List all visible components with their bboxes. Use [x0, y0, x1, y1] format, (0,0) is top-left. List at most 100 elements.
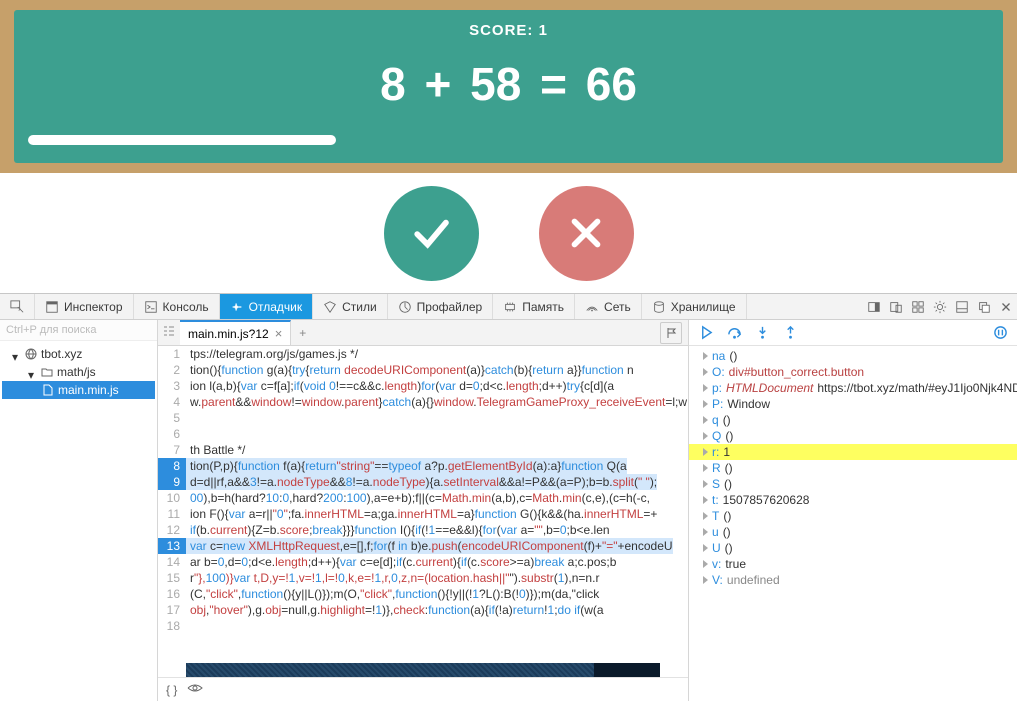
- line-gutter[interactable]: 13: [158, 538, 186, 554]
- prettify-button[interactable]: { }: [166, 683, 177, 697]
- scope-variable[interactable]: S (): [689, 476, 1017, 492]
- step-out-button[interactable]: [781, 324, 799, 342]
- step-over-button[interactable]: [725, 324, 743, 342]
- scope-variable[interactable]: v: true: [689, 556, 1017, 572]
- tab-memory[interactable]: Память: [493, 294, 575, 319]
- line-gutter[interactable]: 14: [158, 554, 186, 570]
- code-line[interactable]: 3ion l(a,b){var c=f[a];if(void 0!==c&&c.…: [158, 378, 688, 394]
- horizontal-scrollbar[interactable]: [186, 663, 660, 677]
- scope-variable[interactable]: q (): [689, 412, 1017, 428]
- responsive-mode-button[interactable]: [885, 300, 907, 314]
- scrollbar-thumb[interactable]: [186, 663, 594, 677]
- code-line[interactable]: 6: [158, 426, 688, 442]
- settings-button[interactable]: [929, 300, 951, 314]
- dock-side-button[interactable]: [863, 300, 885, 314]
- tree-file[interactable]: main.min.js: [2, 381, 155, 399]
- code-line[interactable]: 8tion(P,p){function f(a){return"string"=…: [158, 458, 688, 474]
- line-gutter[interactable]: 9: [158, 474, 186, 490]
- tab-inspector[interactable]: Инспектор: [35, 294, 134, 319]
- sources-search[interactable]: Ctrl+P для поиска: [0, 320, 157, 341]
- code-line[interactable]: 2tion(){function g(a){try{return decodeU…: [158, 362, 688, 378]
- scope-variables[interactable]: na ()O: div#button_correct.buttonp: HTML…: [689, 346, 1017, 701]
- blackbox-toggle[interactable]: [660, 322, 682, 344]
- file-tab-label: main.min.js?12: [188, 327, 269, 341]
- resume-button[interactable]: [697, 324, 715, 342]
- play-icon: [699, 325, 714, 340]
- code-line[interactable]: 16(C,"click",function(){y||L()});m(O,"cl…: [158, 586, 688, 602]
- network-icon: [585, 300, 599, 314]
- toggle-split-console[interactable]: [951, 300, 973, 314]
- scope-variable[interactable]: U (): [689, 540, 1017, 556]
- line-gutter[interactable]: 2: [158, 362, 186, 378]
- code-line[interactable]: 11ion F(){var a=r||"0";fa.innerHTML=a;ga…: [158, 506, 688, 522]
- line-gutter[interactable]: 16: [158, 586, 186, 602]
- no-auto-hide-button[interactable]: [907, 300, 929, 314]
- close-tab-button[interactable]: ×: [275, 326, 283, 341]
- code-line[interactable]: 14ar b=0,d=0;d<e.length;d++){var c=e[d];…: [158, 554, 688, 570]
- scope-variable[interactable]: u (): [689, 524, 1017, 540]
- line-gutter[interactable]: 17: [158, 602, 186, 618]
- line-gutter[interactable]: 6: [158, 426, 186, 442]
- tree-host[interactable]: ▾ tbot.xyz: [2, 345, 155, 363]
- code-line[interactable]: 17obj,"hover"),g.obj=null,g.highlight=!1…: [158, 602, 688, 618]
- scope-variable[interactable]: P: Window: [689, 396, 1017, 412]
- tab-network[interactable]: Сеть: [575, 294, 642, 319]
- scope-variable[interactable]: O: div#button_correct.button: [689, 364, 1017, 380]
- line-gutter[interactable]: 15: [158, 570, 186, 586]
- line-gutter[interactable]: 8: [158, 458, 186, 474]
- code-editor[interactable]: 1tps://telegram.org/js/games.js */2tion(…: [158, 346, 688, 663]
- tab-styles[interactable]: Стили: [313, 294, 388, 319]
- watch-button[interactable]: [187, 682, 203, 697]
- popup-button[interactable]: [973, 300, 995, 314]
- tab-console[interactable]: Консоль: [134, 294, 220, 319]
- scope-variable[interactable]: p: HTMLDocument https://tbot.xyz/math/#e…: [689, 380, 1017, 396]
- button-correct[interactable]: [384, 186, 479, 281]
- line-gutter[interactable]: 12: [158, 522, 186, 538]
- line-gutter[interactable]: 1: [158, 346, 186, 362]
- tab-storage[interactable]: Хранилище: [642, 294, 747, 319]
- code-line[interactable]: 1tps://telegram.org/js/games.js */: [158, 346, 688, 362]
- line-gutter[interactable]: 3: [158, 378, 186, 394]
- line-gutter[interactable]: 10: [158, 490, 186, 506]
- scope-variable[interactable]: t: 1507857620628: [689, 492, 1017, 508]
- scope-variable[interactable]: r: 1: [689, 444, 1017, 460]
- scope-value: HTMLDocument: [726, 381, 813, 395]
- code-text: th Battle */: [186, 442, 245, 458]
- scope-variable[interactable]: Q (): [689, 428, 1017, 444]
- close-devtools-button[interactable]: [995, 300, 1017, 314]
- tree-folder[interactable]: ▾ math/js: [2, 363, 155, 381]
- line-gutter[interactable]: 4: [158, 394, 186, 410]
- button-wrong[interactable]: [539, 186, 634, 281]
- code-line[interactable]: 18: [158, 618, 688, 634]
- code-line[interactable]: 1000),b=h(hard?10:0,hard?200:100),a=e+b)…: [158, 490, 688, 506]
- scope-variable[interactable]: na (): [689, 348, 1017, 364]
- scope-variable[interactable]: V: undefined: [689, 572, 1017, 588]
- code-line[interactable]: 9d=d||rf,a&&3!=a.nodeType&&8!=a.nodeType…: [158, 474, 688, 490]
- line-gutter[interactable]: 7: [158, 442, 186, 458]
- outline-toggle[interactable]: [158, 324, 180, 341]
- tab-debugger[interactable]: Отладчик: [220, 294, 313, 319]
- sources-pane: Ctrl+P для поиска ▾ tbot.xyz ▾ math/js m…: [0, 320, 158, 701]
- line-gutter[interactable]: 18: [158, 618, 186, 634]
- line-gutter[interactable]: 5: [158, 410, 186, 426]
- editor-file-tab[interactable]: main.min.js?12 ×: [180, 320, 291, 345]
- pause-on-exceptions-button[interactable]: [991, 324, 1009, 342]
- scope-variable[interactable]: R (): [689, 460, 1017, 476]
- scope-value: (): [723, 509, 731, 523]
- console-icon: [144, 300, 158, 314]
- new-tab-button[interactable]: +: [291, 326, 314, 340]
- tab-profiler[interactable]: Профайлер: [388, 294, 494, 319]
- step-in-button[interactable]: [753, 324, 771, 342]
- scope-value: 1: [723, 445, 730, 459]
- step-in-icon: [755, 325, 770, 340]
- scope-value-tail: https://tbot.xyz/math/#eyJ1Ijo0Njk4NDY: [817, 381, 1017, 395]
- line-gutter[interactable]: 11: [158, 506, 186, 522]
- code-line[interactable]: 12if(b.current){Z=b.score;break}}}functi…: [158, 522, 688, 538]
- code-line[interactable]: 7th Battle */: [158, 442, 688, 458]
- code-line[interactable]: 5: [158, 410, 688, 426]
- code-line[interactable]: 13var c=new XMLHttpRequest,e=[],f;for(f …: [158, 538, 688, 554]
- code-line[interactable]: 15r"},100)}var t,D,y=!1,v=!1,l=!0,k,e=!1…: [158, 570, 688, 586]
- pick-element-button[interactable]: [0, 294, 35, 319]
- scope-variable[interactable]: T (): [689, 508, 1017, 524]
- code-line[interactable]: 4w.parent&&window!=window.parent}catch(a…: [158, 394, 688, 410]
